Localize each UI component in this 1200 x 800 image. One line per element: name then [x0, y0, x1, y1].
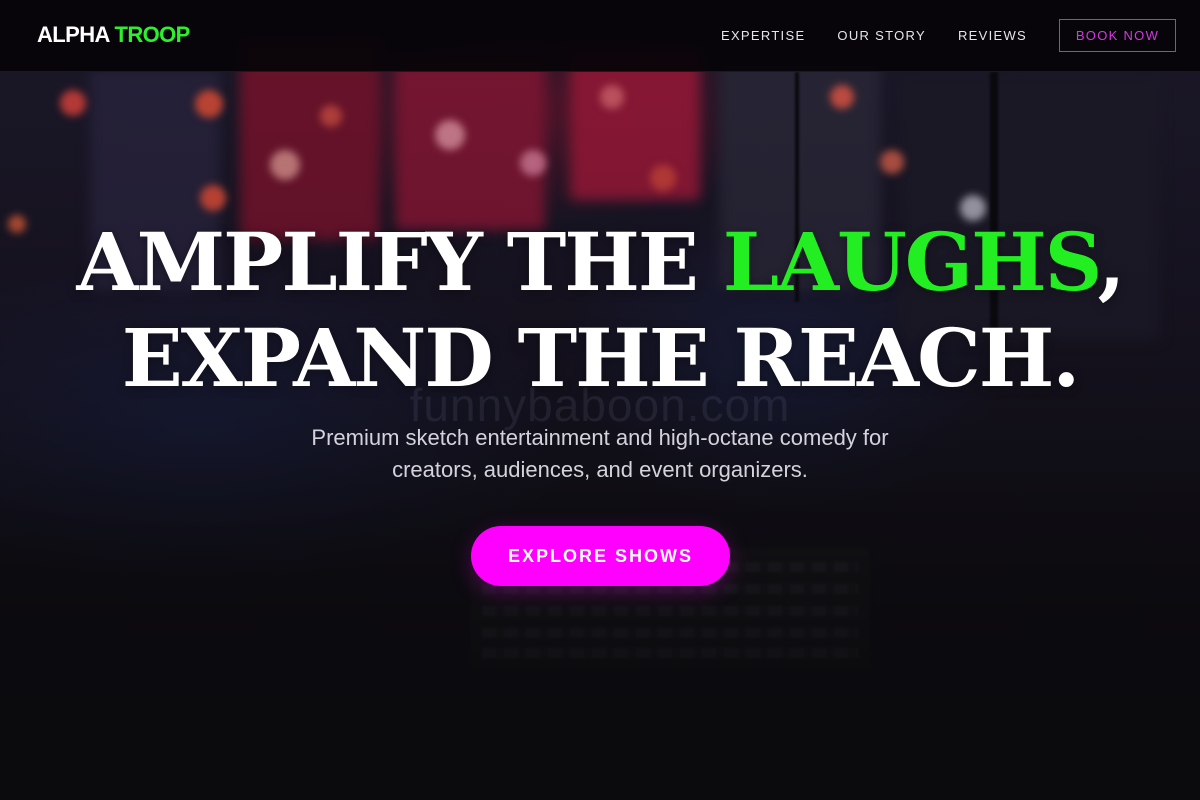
headline-accent-word: LAUGHS — [722, 215, 1100, 309]
nav-link-reviews[interactable]: REVIEWS — [958, 28, 1027, 43]
nav-link-our-story[interactable]: OUR STORY — [837, 28, 926, 43]
hero-section: AMPLIFY THE LAUGHS, EXPAND THE REACH. Pr… — [0, 0, 1200, 800]
headline-text: AMPLIFY THE — [76, 215, 723, 309]
landing-page: funnybaboon.com ALPHA TROOP EXPERTISE OU… — [0, 0, 1200, 800]
top-navbar: ALPHA TROOP EXPERTISE OUR STORY REVIEWS … — [0, 0, 1200, 72]
subtext-line-2: creators, audiences, and event organizer… — [392, 457, 808, 482]
nav-menu: EXPERTISE OUR STORY REVIEWS BOOK NOW — [721, 0, 1200, 71]
explore-shows-button[interactable]: EXPLORE SHOWS — [471, 526, 730, 586]
logo-text-alpha: ALPHA — [37, 22, 110, 47]
brand-logo[interactable]: ALPHA TROOP — [37, 22, 190, 48]
logo-text-troop: TROOP — [114, 22, 190, 47]
headline-comma: , — [1097, 215, 1126, 309]
hero-headline: AMPLIFY THE LAUGHS, EXPAND THE REACH. — [0, 214, 1200, 406]
nav-link-expertise[interactable]: EXPERTISE — [721, 28, 805, 43]
subtext-line-1: Premium sketch entertainment and high-oc… — [311, 425, 889, 450]
book-now-button[interactable]: BOOK NOW — [1059, 19, 1176, 52]
headline-line-2: EXPAND THE REACH. — [121, 311, 1080, 405]
headline-line-1: AMPLIFY THE LAUGHS, — [0, 214, 1200, 310]
hero-subtext: Premium sketch entertainment and high-oc… — [240, 422, 960, 486]
